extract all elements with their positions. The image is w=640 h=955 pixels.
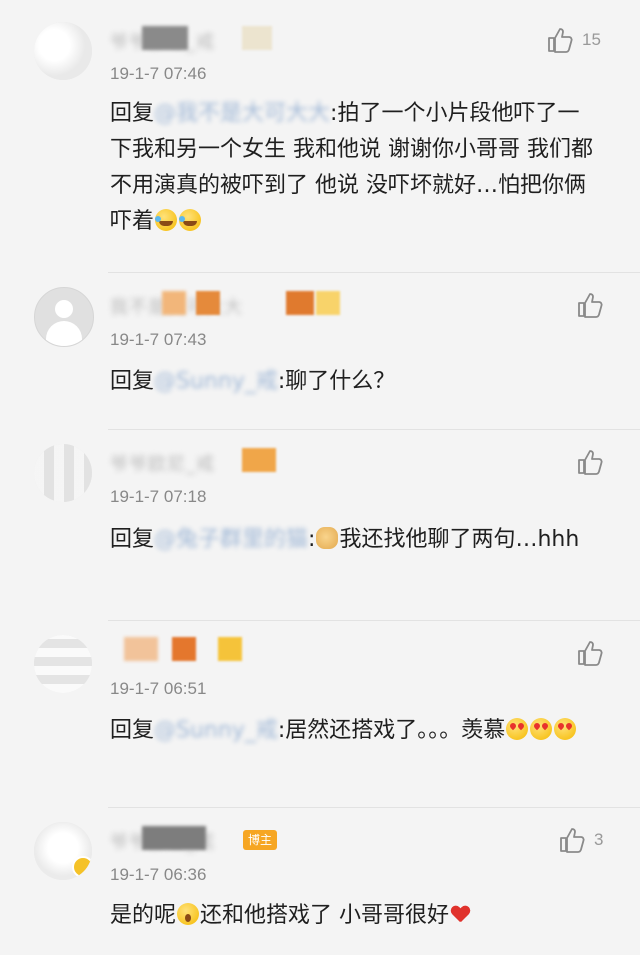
- comment-feed: 爷爷欧尼_戒 19-1-7 07:46 15 回复@我不是大可大大:拍了一个小片…: [0, 0, 640, 955]
- like-count: 3: [594, 830, 604, 849]
- comment-text: 回复@Sunny_戒:居然还搭戏了。。。羡慕: [110, 713, 596, 749]
- laugh-cry-emoji-icon: [155, 209, 178, 231]
- timestamp: 19-1-7 07:43: [110, 330, 207, 349]
- comment-text: 回复@Sunny_戒:聊了什么？: [110, 364, 596, 400]
- mention-text[interactable]: @Sunny_戒: [154, 713, 278, 749]
- reply-prefix: 回复: [110, 101, 155, 126]
- timestamp: 19-1-7 07:18: [110, 487, 207, 506]
- mention-text[interactable]: @我不是大可大大: [154, 96, 330, 132]
- reply-prefix: 回复: [110, 369, 155, 394]
- comment-body: 是的呢: [110, 903, 177, 928]
- heart-eyes-emoji-icon: [554, 718, 577, 740]
- verified-badge-icon: [72, 856, 92, 878]
- colon: :: [308, 527, 316, 552]
- username[interactable]: 我不是大可大大: [110, 291, 340, 318]
- thumbs-up-icon: [548, 28, 573, 53]
- avatar[interactable]: [34, 22, 92, 80]
- like-count: 15: [582, 30, 601, 49]
- username[interactable]: [110, 637, 330, 661]
- reply-prefix: 回复: [110, 527, 155, 552]
- heart-eyes-emoji-icon: [530, 718, 553, 740]
- username[interactable]: 爷爷欧尼_戒: [110, 26, 330, 53]
- thumbs-up-icon: [578, 450, 603, 475]
- comment-body: :聊了什么？: [277, 369, 396, 394]
- mention-link[interactable]: @Sunny_戒: [154, 369, 278, 394]
- avatar-default[interactable]: [34, 287, 94, 347]
- like-button[interactable]: [576, 639, 604, 667]
- comment-item: 爷爷欧尼_戒 19-1-7 07:18 回复@兔子群里的猫: 我还找他聊了两句…h…: [0, 430, 640, 620]
- comment-item: 爷爷欧尼_戒 博主 19-1-7 06:36 3 是的呢还和他搭戏了 小哥哥很好: [0, 808, 640, 955]
- reply-prefix: 回复: [110, 718, 155, 743]
- comment-text: 是的呢 还和他搭戏了 小哥哥很好: [110, 898, 596, 934]
- thumbs-up-icon: [578, 293, 603, 318]
- comment-item: 我不是大可大大 19-1-7 07:43 回复@Sunny_戒:聊了什么？: [0, 273, 640, 429]
- comment-item: 19-1-7 06:51 回复@Sunny_戒:居然还搭戏了。。。羡慕: [0, 621, 640, 807]
- heart-icon: [451, 906, 469, 924]
- comment-body: 我还找他聊了两句…hhh: [339, 527, 580, 552]
- comment-text: 回复@兔子群里的猫: 我还找他聊了两句…hhh: [110, 522, 596, 558]
- username[interactable]: 爷爷欧尼_戒: [110, 448, 330, 475]
- thumbs-up-icon: [578, 641, 603, 666]
- avatar[interactable]: [34, 444, 92, 502]
- timestamp: 19-1-7 07:46: [110, 64, 207, 83]
- thumbs-up-icon: [560, 828, 585, 853]
- laugh-cry-emoji-icon: [179, 209, 202, 231]
- doge-emoji-icon: [316, 527, 339, 549]
- mention-link[interactable]: @Sunny_戒: [154, 718, 278, 743]
- comment-body: :居然还搭戏了。。。羡慕: [277, 718, 506, 743]
- avatar[interactable]: [34, 822, 92, 880]
- comment-body-tail: 还和他搭戏了 小哥哥很好: [200, 903, 450, 928]
- shocked-emoji-icon: [177, 903, 200, 925]
- mention-link[interactable]: @我不是大可大大: [154, 101, 330, 126]
- like-button[interactable]: 15: [546, 26, 601, 54]
- comment-text: 回复@我不是大可大大:拍了一个小片段他吓了一下我和另一个女生 我和他说 谢谢你小…: [110, 96, 596, 240]
- mention-link[interactable]: @兔子群里的猫: [154, 527, 308, 552]
- mention-text[interactable]: @兔子群里的猫: [154, 522, 308, 558]
- timestamp: 19-1-7 06:36: [110, 865, 207, 884]
- mention-text[interactable]: @Sunny_戒: [154, 364, 278, 400]
- like-button[interactable]: [576, 291, 604, 319]
- comment-item: 爷爷欧尼_戒 19-1-7 07:46 15 回复@我不是大可大大:拍了一个小片…: [0, 0, 640, 272]
- avatar[interactable]: [34, 635, 92, 693]
- heart-eyes-emoji-icon: [506, 718, 529, 740]
- like-button[interactable]: [576, 448, 604, 476]
- author-badge: 博主: [243, 830, 278, 850]
- username[interactable]: 爷爷欧尼_戒: [110, 826, 330, 853]
- timestamp: 19-1-7 06:51: [110, 679, 207, 698]
- like-button[interactable]: 3: [558, 826, 603, 854]
